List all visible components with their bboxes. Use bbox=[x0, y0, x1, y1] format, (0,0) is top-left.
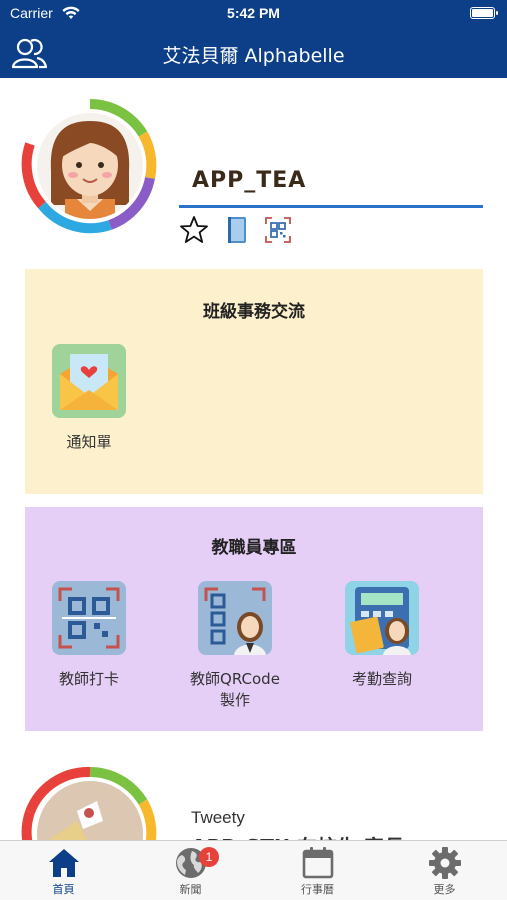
app-title: 艾法貝爾 Alphabelle bbox=[162, 45, 345, 67]
teacher-qrcode-tile[interactable]: 教師QRCode製作 bbox=[175, 581, 295, 711]
profile-avatar[interactable] bbox=[20, 96, 160, 236]
tab-news-label: 新聞 bbox=[179, 883, 202, 896]
nav-bar: 艾法貝爾 Alphabelle bbox=[0, 28, 507, 78]
second-profile-name: Tweety bbox=[191, 808, 245, 827]
home-icon bbox=[47, 846, 81, 880]
teacher-qrcode-icon bbox=[198, 581, 272, 655]
qr-scan-icon[interactable] bbox=[263, 215, 293, 245]
tab-bar: 首頁 1 新聞 行事曆 更多 bbox=[0, 840, 507, 900]
tab-more-label: 更多 bbox=[433, 883, 456, 896]
status-bar: Carrier 5:42 PM bbox=[0, 0, 507, 28]
tab-more[interactable]: 更多 bbox=[381, 841, 507, 901]
booklet-icon[interactable] bbox=[222, 215, 252, 245]
star-icon[interactable] bbox=[179, 215, 209, 245]
attendance-query-tile[interactable]: 考勤查詢 bbox=[322, 581, 442, 690]
profile-username: APP_TEA bbox=[192, 168, 307, 193]
notice-label: 通知單 bbox=[66, 433, 112, 451]
teacher-checkin-label: 教師打卡 bbox=[58, 670, 119, 688]
tab-calendar[interactable]: 行事曆 bbox=[254, 841, 381, 901]
gear-icon bbox=[428, 846, 462, 880]
staff-zone-panel: 教職員專區 教師打卡 教師QRCode製作 考勤查詢 bbox=[25, 507, 483, 731]
notice-envelope-icon bbox=[52, 344, 126, 418]
clock-time: 5:42 PM bbox=[227, 5, 280, 21]
username-underline bbox=[179, 205, 483, 208]
staff-zone-title: 教職員專區 bbox=[211, 538, 297, 558]
news-badge: 1 bbox=[199, 847, 219, 867]
attendance-query-label: 考勤查詢 bbox=[351, 670, 412, 688]
tab-home[interactable]: 首頁 bbox=[0, 841, 127, 901]
class-affairs-title: 班級事務交流 bbox=[203, 302, 305, 322]
battery-icon bbox=[470, 7, 498, 19]
tab-home-label: 首頁 bbox=[52, 883, 75, 896]
notice-tile[interactable]: 通知單 bbox=[29, 344, 149, 453]
qr-checkin-icon bbox=[52, 581, 126, 655]
tab-calendar-label: 行事曆 bbox=[301, 883, 334, 896]
second-profile-avatar[interactable] bbox=[20, 764, 160, 840]
calendar-icon bbox=[301, 846, 335, 880]
tab-news[interactable]: 1 新聞 bbox=[127, 841, 254, 901]
teacher-qrcode-label: 教師QRCode製作 bbox=[190, 670, 280, 709]
home-content[interactable]: APP_TEA 班級事務交流 通知單 教職員專區 教師打卡 教師QRCode製作… bbox=[0, 78, 507, 840]
second-profile-role: APP_STU 在校生 家長 bbox=[191, 831, 404, 840]
teacher-checkin-tile[interactable]: 教師打卡 bbox=[29, 581, 149, 690]
teacher-avatar-image bbox=[37, 113, 143, 219]
class-affairs-panel: 班級事務交流 通知單 bbox=[25, 269, 483, 494]
attendance-calculator-icon bbox=[345, 581, 419, 655]
